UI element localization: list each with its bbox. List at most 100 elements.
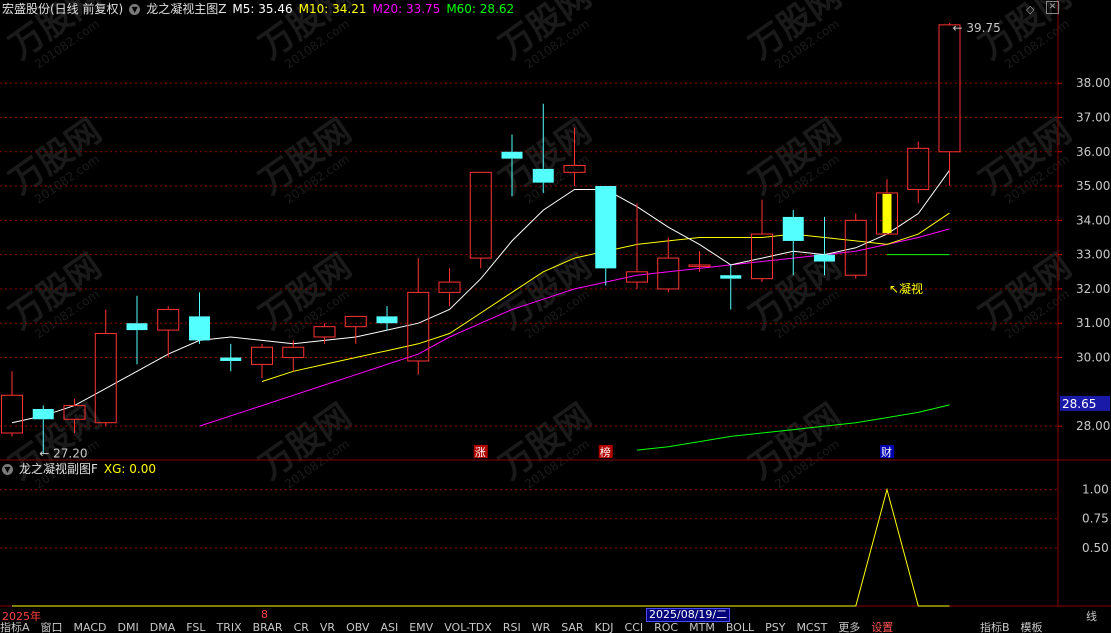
indicator-tab[interactable]: VOL-TDX xyxy=(444,622,492,633)
watermark-mark: 万股网201082.com xyxy=(252,111,358,206)
indicator-tab[interactable]: DMI xyxy=(118,622,139,633)
watermark-mark: 万股网201082.com xyxy=(742,0,848,71)
indicator-tab[interactable]: MCST xyxy=(796,622,827,633)
candle-body xyxy=(438,281,461,293)
candle-body xyxy=(282,346,305,359)
candle-body xyxy=(189,316,210,341)
indicator-tab[interactable]: EMV xyxy=(409,622,433,633)
price-tick-label: 35.00 xyxy=(1076,179,1110,193)
candle[interactable] xyxy=(907,141,930,204)
candle[interactable] xyxy=(876,179,898,235)
candle[interactable] xyxy=(189,292,210,344)
main-indicator-name[interactable]: 龙之凝视主图Z xyxy=(146,0,226,18)
chevron-down-icon[interactable]: ▼ xyxy=(129,3,141,15)
candle[interactable] xyxy=(751,199,773,283)
candle[interactable] xyxy=(720,264,742,310)
watermark-mark: 万股网201082.com xyxy=(972,111,1078,206)
ma10-readout: M10: 34.21 xyxy=(298,2,367,16)
watermark-mark: 万股网201082.com xyxy=(742,246,848,341)
candle[interactable] xyxy=(220,343,242,372)
right-tab-group: 指标B 模板 xyxy=(980,622,1054,633)
candle[interactable] xyxy=(282,340,305,372)
indicator-tab[interactable]: 模板 xyxy=(1021,622,1043,633)
indicator-tab[interactable]: ROC xyxy=(654,622,678,633)
indicator-tab[interactable]: FSL xyxy=(186,622,205,633)
indicator-tab[interactable]: 设置 xyxy=(871,622,893,633)
price-tick-label: 37.00 xyxy=(1076,110,1110,124)
close-panel-icon[interactable]: ✕ xyxy=(1046,1,1059,14)
signal-label: ↖凝视 xyxy=(889,281,923,296)
candle-body xyxy=(782,216,804,241)
month-label: 8 xyxy=(261,608,268,621)
candle-body xyxy=(313,326,336,338)
indicator-tab[interactable]: MACD xyxy=(74,622,107,633)
candle[interactable] xyxy=(938,23,961,187)
price-tick-label: 38.00 xyxy=(1076,76,1110,90)
watermark-mark: 万股网201082.com xyxy=(742,111,848,206)
candle[interactable] xyxy=(595,186,617,286)
xg-readout: XG: 0.00 xyxy=(103,462,157,476)
ma60-readout: M60: 28.62 xyxy=(446,2,515,16)
indicator-tab[interactable]: OBV xyxy=(346,622,369,633)
candle-body xyxy=(814,254,835,262)
candle-body xyxy=(532,168,554,183)
watermark-layer: 万股网201082.com 万股网201082.com 万股网201082.com 万… xyxy=(2,0,1078,491)
main-chart-header: 宏盛股份(日线 前复权) ▼ 龙之凝视主图Z M5: 35.46 M10: 34… xyxy=(0,0,514,18)
price-tick-label: 28.00 xyxy=(1076,419,1110,433)
indicator-tab[interactable]: CR xyxy=(294,622,309,633)
watermark-mark: 万股网201082.com xyxy=(252,246,358,341)
candle-body xyxy=(407,291,430,362)
indicator-tab[interactable]: TRIX xyxy=(216,622,241,633)
ma20-readout: M20: 33.75 xyxy=(372,2,441,16)
indicator-tab[interactable]: KDJ xyxy=(595,622,614,633)
candle[interactable] xyxy=(126,295,148,365)
candle[interactable] xyxy=(157,306,180,358)
price-tick-label: 34.00 xyxy=(1076,213,1110,227)
candle[interactable] xyxy=(1,371,23,437)
candle[interactable] xyxy=(376,306,398,331)
candle[interactable] xyxy=(251,343,273,379)
indicator-tab[interactable]: BRAR xyxy=(253,622,283,633)
indicator-tab[interactable]: ASI xyxy=(380,622,398,633)
candle-body xyxy=(1,394,23,434)
indicator-tab[interactable]: PSY xyxy=(765,622,785,633)
indicator-tab[interactable]: DMA xyxy=(150,622,176,633)
watermark-mark: 万股网201082.com xyxy=(252,396,358,491)
indicator-tab[interactable]: BOLL xyxy=(726,622,754,633)
cursor-date-label: 2025/08/19/二 xyxy=(646,608,731,622)
candle-body xyxy=(344,315,367,328)
indicator-tab[interactable]: 更多 xyxy=(838,622,860,633)
high-price-label: ← 39.75 xyxy=(953,21,1001,35)
indicator-tab[interactable]: 窗口 xyxy=(41,622,63,633)
chevron-down-icon[interactable]: ▼ xyxy=(2,463,13,475)
indicator-tab[interactable]: MTM xyxy=(689,622,715,633)
sub-tick-label: 0.50 xyxy=(1082,541,1109,555)
candle-body xyxy=(376,316,398,324)
watermark-mark: 万股网201082.com xyxy=(2,111,108,206)
candle-body xyxy=(94,333,117,424)
indicator-tab[interactable]: SAR xyxy=(561,622,583,633)
collapse-icon[interactable]: ◇ xyxy=(1026,3,1034,16)
candle-body xyxy=(595,186,617,269)
watermark-mark: 万股网201082.com xyxy=(2,246,108,341)
candle-body xyxy=(907,147,930,190)
indicator-tab[interactable]: VR xyxy=(320,622,335,633)
candle[interactable] xyxy=(844,213,867,279)
indicator-tab[interactable]: 指标A xyxy=(0,622,30,633)
indicator-tab[interactable]: WR xyxy=(532,622,551,633)
price-tick-label: 33.00 xyxy=(1076,248,1110,262)
event-marker: 榜 xyxy=(600,445,611,459)
candle[interactable] xyxy=(657,237,680,293)
indicator-tab[interactable]: 指标B xyxy=(980,622,1010,633)
indicator-tab[interactable]: CCI xyxy=(625,622,644,633)
sub-indicator-name[interactable]: 龙之凝视副图F xyxy=(19,460,98,478)
candle-body xyxy=(469,171,492,259)
indicator-tab[interactable]: RSI xyxy=(503,622,521,633)
candle[interactable] xyxy=(344,315,367,344)
candle[interactable] xyxy=(438,268,461,307)
event-marker: 财 xyxy=(881,445,892,459)
ma5-readout: M5: 35.46 xyxy=(232,2,293,16)
stock-title[interactable]: 宏盛股份(日线 前复权) xyxy=(2,0,123,18)
candle[interactable] xyxy=(94,309,117,427)
candlestick-series[interactable] xyxy=(1,23,961,454)
